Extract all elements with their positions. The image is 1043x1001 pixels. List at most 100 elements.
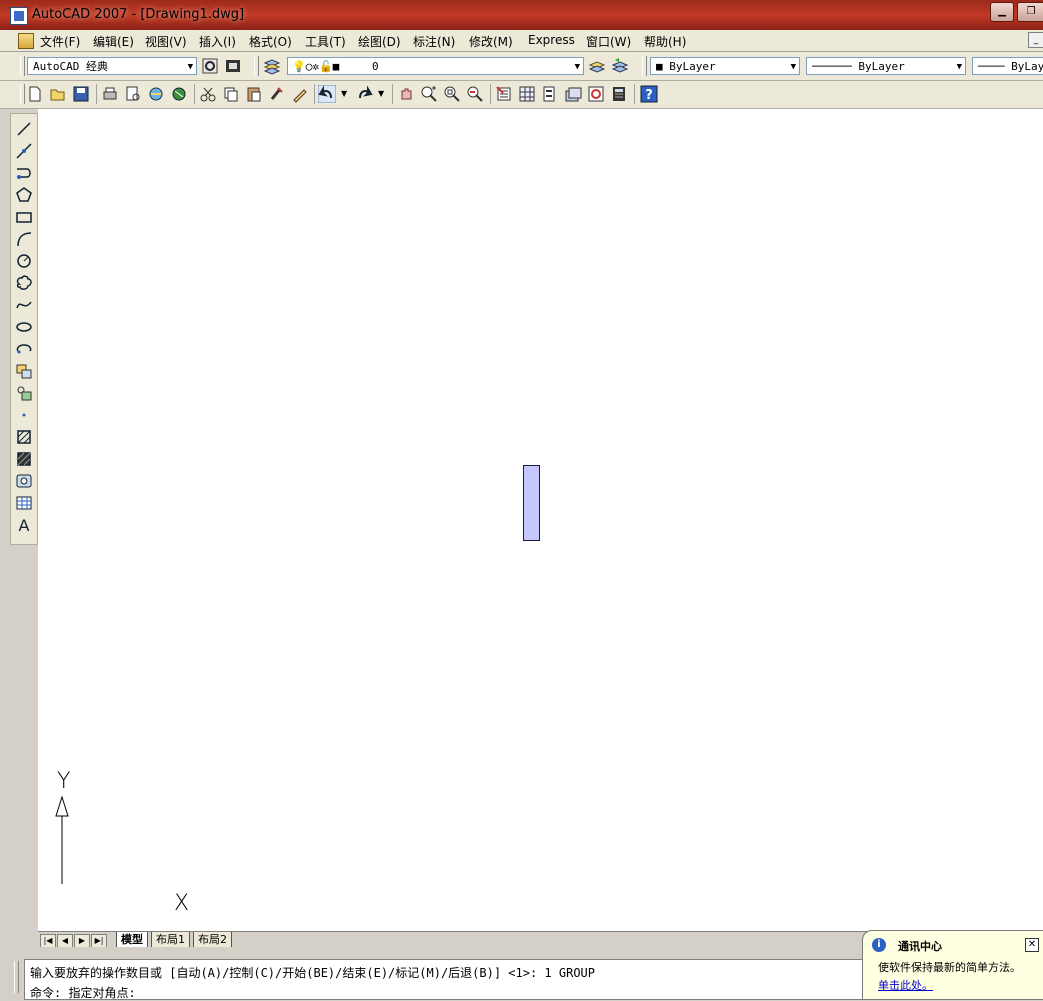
separator — [194, 84, 195, 104]
balloon-link[interactable]: 单击此处。 — [878, 977, 933, 993]
layer-previous-icon[interactable] — [611, 57, 629, 75]
plot-preview-icon[interactable] — [124, 85, 142, 103]
quickcalc-icon[interactable] — [610, 85, 628, 103]
paste-icon[interactable] — [245, 85, 263, 103]
sheet-set-manager-icon[interactable] — [564, 85, 582, 103]
zoom-window-icon[interactable] — [443, 85, 461, 103]
ellipse-icon[interactable] — [15, 318, 33, 336]
revision-cloud-icon[interactable] — [15, 274, 33, 292]
designcenter-icon[interactable] — [518, 85, 536, 103]
minimize-button[interactable]: ▁ — [990, 2, 1014, 22]
spline-icon[interactable] — [15, 296, 33, 314]
layer-state-icons: 💡◯✲🔓■ — [292, 60, 340, 73]
tool-palettes-icon[interactable] — [541, 85, 559, 103]
gradient-icon[interactable] — [15, 450, 33, 468]
menu-insert[interactable]: 插入(I) — [199, 33, 236, 50]
line-icon[interactable] — [15, 120, 33, 138]
undo-dropdown-icon[interactable]: ▼ — [341, 89, 347, 98]
markup-set-manager-icon[interactable] — [587, 85, 605, 103]
properties-icon[interactable] — [495, 85, 513, 103]
redo-icon[interactable] — [355, 85, 373, 103]
document-icon[interactable] — [18, 33, 34, 49]
toolbar-grip[interactable] — [254, 56, 259, 76]
zoom-realtime-icon[interactable] — [420, 85, 438, 103]
menu-tools[interactable]: 工具(T) — [305, 33, 346, 50]
rectangle-icon[interactable] — [15, 208, 33, 226]
tab-layout1[interactable]: 布局1 — [151, 932, 190, 948]
menu-window[interactable]: 窗口(W) — [586, 33, 631, 50]
drawing-area[interactable]: Y X — [38, 109, 1043, 931]
toolbar-grip[interactable] — [642, 56, 647, 76]
3d-dwf-icon[interactable] — [170, 85, 188, 103]
ellipse-arc-icon[interactable] — [15, 340, 33, 358]
new-file-icon[interactable] — [26, 85, 44, 103]
arc-icon[interactable] — [15, 230, 33, 248]
color-dropdown[interactable]: ■ ByLayer ▼ — [650, 57, 800, 75]
menu-modify[interactable]: 修改(M) — [469, 33, 513, 50]
zoom-previous-icon[interactable] — [466, 85, 484, 103]
workspace-dropdown[interactable]: AutoCAD 经典 ▼ — [27, 57, 197, 75]
open-file-icon[interactable] — [49, 85, 67, 103]
close-icon[interactable]: ✕ — [1025, 938, 1039, 952]
svg-text:A: A — [19, 516, 30, 534]
selected-rectangle-object[interactable] — [523, 465, 540, 541]
draw-toolbar: A — [10, 113, 38, 545]
linetype-dropdown[interactable]: ────── ByLayer ▼ — [806, 57, 966, 75]
next-tab-button[interactable]: ▶ — [74, 934, 90, 948]
menu-view[interactable]: 视图(V) — [145, 33, 187, 50]
menu-draw[interactable]: 绘图(D) — [358, 33, 401, 50]
block-editor-icon[interactable] — [291, 85, 309, 103]
lineweight-dropdown[interactable]: ──── ByLay — [972, 57, 1043, 75]
communication-center-balloon: i 通讯中心 ✕ 使软件保持最新的简单方法。 单击此处。 — [862, 930, 1043, 1000]
properties-toolbar: AutoCAD 经典 ▼ 💡◯✲🔓■ 0 ▼ ■ ByLayer ▼ ────── … — [0, 52, 1043, 81]
make-object-layer-current-icon[interactable] — [588, 57, 606, 75]
region-icon[interactable] — [15, 472, 33, 490]
make-block-icon[interactable] — [15, 384, 33, 402]
cut-icon[interactable] — [199, 85, 217, 103]
circle-icon[interactable] — [15, 252, 33, 270]
help-icon[interactable]: ? — [640, 85, 658, 103]
workspace-settings-icon[interactable] — [201, 57, 219, 75]
menu-format[interactable]: 格式(O) — [249, 33, 292, 50]
redo-dropdown-icon[interactable]: ▼ — [378, 89, 384, 98]
restore-button[interactable]: ❐ — [1017, 2, 1043, 22]
publish-icon[interactable] — [147, 85, 165, 103]
table-icon[interactable] — [15, 494, 33, 512]
ucs-y-label: Y — [57, 769, 71, 794]
tab-model[interactable]: 模型 — [116, 932, 148, 948]
my-workspace-icon[interactable] — [224, 57, 242, 75]
menu-help[interactable]: 帮助(H) — [644, 33, 686, 50]
menu-dimension[interactable]: 标注(N) — [413, 33, 455, 50]
layer-manager-icon[interactable] — [263, 57, 281, 75]
match-properties-icon[interactable] — [268, 85, 286, 103]
menu-bar: 文件(F) 编辑(E) 视图(V) 插入(I) 格式(O) 工具(T) 绘图(D… — [0, 30, 1043, 52]
menu-express[interactable]: Express — [528, 33, 575, 47]
command-window-grip[interactable] — [14, 961, 19, 993]
workspace-value: AutoCAD 经典 — [33, 60, 108, 73]
document-minimize-button[interactable]: _ — [1028, 32, 1043, 48]
menu-edit[interactable]: 编辑(E) — [93, 33, 134, 50]
undo-icon[interactable] — [318, 85, 336, 103]
plot-icon[interactable] — [101, 85, 119, 103]
toolbar-grip[interactable] — [20, 56, 25, 76]
multiline-text-icon[interactable]: A — [15, 516, 33, 534]
polygon-icon[interactable] — [15, 186, 33, 204]
construction-line-icon[interactable] — [15, 142, 33, 160]
layer-dropdown[interactable]: 💡◯✲🔓■ 0 ▼ — [287, 57, 584, 75]
insert-block-icon[interactable] — [15, 362, 33, 380]
hatch-icon[interactable] — [15, 428, 33, 446]
prev-tab-button[interactable]: ◀ — [57, 934, 73, 948]
tab-layout2[interactable]: 布局2 — [193, 932, 232, 948]
first-tab-button[interactable]: |◀ — [40, 934, 56, 948]
polyline-icon[interactable] — [15, 164, 33, 182]
autocad-app-icon[interactable] — [10, 7, 28, 25]
linetype-sample: ────── — [812, 60, 859, 73]
color-swatch: ■ — [656, 60, 670, 73]
pan-realtime-icon[interactable] — [397, 85, 415, 103]
copy-icon[interactable] — [222, 85, 240, 103]
point-icon[interactable] — [15, 406, 33, 424]
menu-file[interactable]: 文件(F) — [40, 33, 80, 50]
last-tab-button[interactable]: ▶| — [91, 934, 107, 948]
toolbar-grip[interactable] — [20, 84, 25, 104]
save-icon[interactable] — [72, 85, 90, 103]
